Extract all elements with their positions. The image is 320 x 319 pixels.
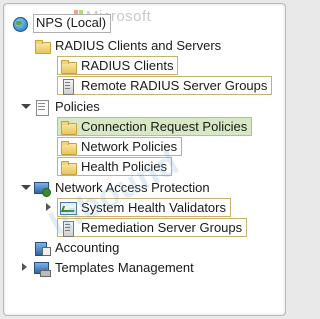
folder-icon [60, 139, 77, 155]
tree-node-label: NPS (Local) [33, 14, 112, 33]
templates-icon [34, 260, 51, 277]
tree-node-label: Remote RADIUS Server Groups [81, 78, 268, 93]
tree-node-label: Templates Management [55, 260, 194, 275]
tree-node-remote-radius-server-groups[interactable]: Remote RADIUS Server Groups [57, 76, 273, 95]
tree-node-policies[interactable]: Policies [34, 97, 100, 116]
folder-icon [34, 38, 51, 54]
folder-icon [60, 58, 77, 74]
tree-node-connection-request-policies[interactable]: Connection Request Policies [57, 117, 253, 136]
tree-node-radius-clients[interactable]: RADIUS Clients [57, 56, 179, 75]
globe-icon [12, 16, 28, 32]
tree-node-radius-clients-servers[interactable]: RADIUS Clients and Servers [34, 36, 221, 55]
nps-console-tree-panel: Microsoft NPS (Local) RADIUS Clients and… [3, 3, 286, 316]
server-icon [60, 78, 76, 95]
tree-node-label: Remediation Server Groups [81, 220, 243, 235]
accounting-icon [34, 240, 51, 256]
collapse-arrow-icon[interactable] [21, 185, 31, 193]
tree-node-label: RADIUS Clients [81, 58, 174, 73]
tree-node-accounting[interactable]: Accounting [34, 238, 119, 257]
collapse-arrow-icon[interactable] [21, 104, 31, 112]
tree-node-label: Connection Request Policies [81, 119, 248, 134]
tree-node-nps-local[interactable]: NPS (Local) [12, 14, 112, 33]
tree-node-templates-management[interactable]: Templates Management [34, 258, 194, 277]
tree-node-label: RADIUS Clients and Servers [55, 38, 222, 53]
network-access-protection-icon [34, 180, 51, 197]
folder-icon [60, 119, 77, 135]
tree-node-label: Policies [55, 99, 100, 114]
expand-arrow-icon[interactable] [22, 263, 28, 271]
policy-document-icon [34, 99, 50, 116]
folder-icon [60, 159, 77, 175]
tree-node-label: Accounting [55, 240, 120, 255]
